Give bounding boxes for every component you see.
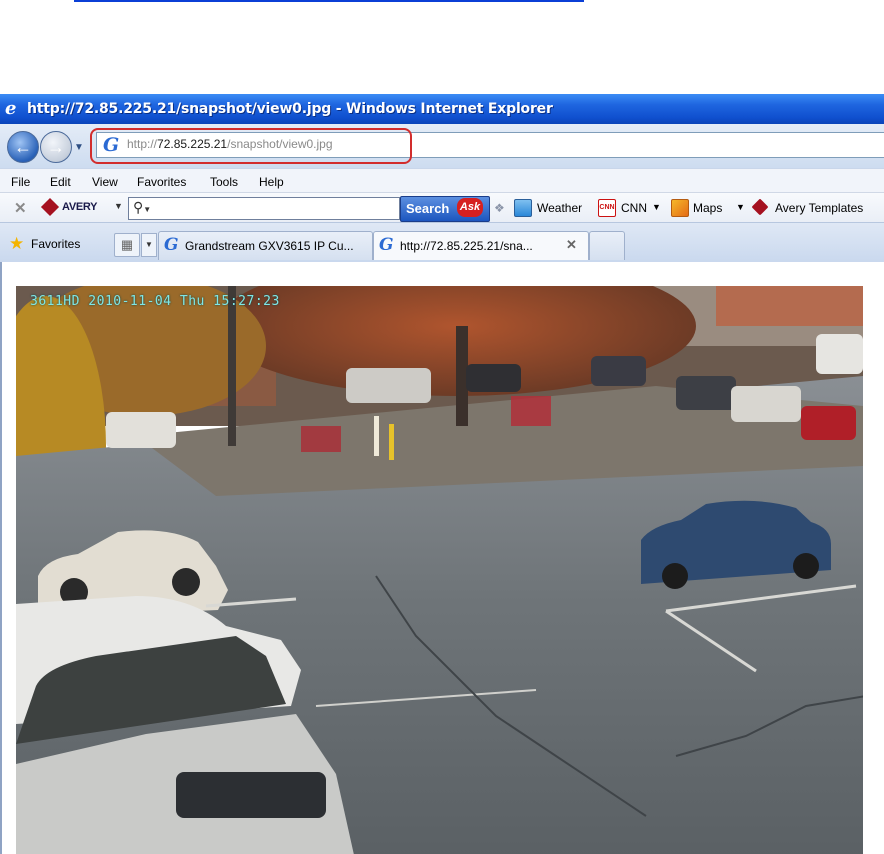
camera-snapshot-image: 3611HD 2010-11-04 Thu 15:27:23 (16, 286, 863, 854)
avery-templates-link[interactable]: Avery Templates (775, 201, 863, 215)
cnn-link[interactable]: CNN (621, 201, 647, 215)
ask-logo-icon: Ask (457, 198, 483, 217)
search-button[interactable]: Search Ask (400, 196, 490, 222)
back-arrow-icon: ← (14, 137, 32, 157)
new-tab-button[interactable] (589, 231, 625, 260)
document-link-underline[interactable] (74, 0, 584, 2)
title-bar: e http://72.85.225.21/snapshot/view0.jpg… (0, 94, 884, 124)
tab-bar: ★ Favorites ▦ ▼ G Grandstream GXV3615 IP… (0, 222, 884, 264)
camera-timestamp-overlay: 3611HD 2010-11-04 Thu 15:27:23 (30, 294, 280, 309)
close-tab-icon[interactable]: ✕ (566, 237, 577, 253)
quick-tabs-button[interactable]: ▦ (114, 233, 140, 257)
avery-logo-icon (40, 197, 60, 217)
address-highlight-outline (90, 128, 412, 164)
cnn-dropdown-icon[interactable]: ▼ (652, 202, 661, 212)
search-button-label: Search (406, 201, 450, 216)
maps-dropdown-icon[interactable]: ▼ (736, 202, 745, 212)
cnn-icon: CNN (598, 199, 616, 217)
tab-grandstream[interactable]: G Grandstream GXV3615 IP Cu... (158, 231, 373, 260)
weather-link[interactable]: Weather (537, 201, 582, 215)
forward-arrow-icon: → (47, 137, 65, 157)
avery-dropdown-icon[interactable]: ▼ (114, 201, 123, 211)
avery-templates-icon (751, 198, 769, 216)
tab-label: Grandstream GXV3615 IP Cu... (185, 239, 354, 253)
tab-favicon-icon: G (379, 235, 394, 255)
page-content: 3611HD 2010-11-04 Thu 15:27:23 (0, 262, 884, 854)
ie-window: e http://72.85.225.21/snapshot/view0.jpg… (0, 94, 884, 854)
menu-favorites[interactable]: Favorites (137, 175, 186, 189)
tab-list-dropdown-icon[interactable]: ▼ (141, 233, 157, 257)
avery-label[interactable]: AVERY (62, 201, 97, 213)
back-button[interactable]: ← (7, 131, 39, 163)
menu-file[interactable]: File (11, 175, 30, 189)
maps-link[interactable]: Maps (693, 201, 722, 215)
favorites-star-icon[interactable]: ★ (9, 234, 24, 254)
forward-button[interactable]: → (40, 131, 72, 163)
weather-icon (514, 199, 532, 217)
search-toolbar: ✕ AVERY ▼ ⚲▼ Search Ask ❖ Weather CNN CN… (0, 192, 884, 223)
navigation-bar: ← → ▼ G http://72.85.225.21/snapshot/vie… (0, 124, 884, 168)
tab-snapshot[interactable]: G http://72.85.225.21/sna... ✕ (373, 231, 589, 260)
menu-help[interactable]: Help (259, 175, 284, 189)
menu-edit[interactable]: Edit (50, 175, 71, 189)
window-title: http://72.85.225.21/snapshot/view0.jpg -… (27, 101, 553, 117)
search-input[interactable]: ⚲▼ (128, 197, 400, 220)
toolbar-grip-icon[interactable]: ❖ (494, 201, 505, 215)
menu-tools[interactable]: Tools (210, 175, 238, 189)
parking-lot-scene (16, 286, 863, 854)
ie-logo-icon: e (5, 98, 17, 119)
tab-favicon-icon: G (164, 235, 179, 255)
recent-pages-dropdown-icon[interactable]: ▼ (74, 142, 86, 153)
close-toolbar-icon[interactable]: ✕ (14, 199, 27, 217)
favorites-button[interactable]: Favorites (31, 237, 80, 251)
maps-icon (671, 199, 689, 217)
tab-label: http://72.85.225.21/sna... (400, 239, 533, 253)
menu-bar: File Edit View Favorites Tools Help (0, 168, 884, 193)
menu-view[interactable]: View (92, 175, 118, 189)
search-icon: ⚲▼ (133, 199, 152, 215)
